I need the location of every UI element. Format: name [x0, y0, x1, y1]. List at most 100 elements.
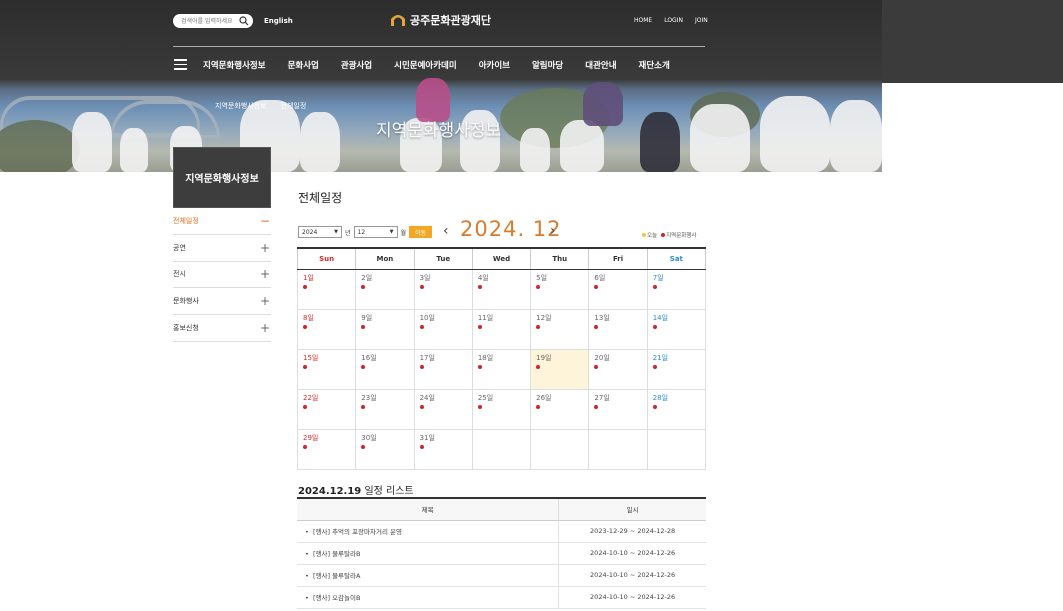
calendar-day[interactable]: 26일	[530, 388, 590, 430]
calendar-day[interactable]: 11일	[471, 308, 532, 350]
day-number[interactable]: 18일	[478, 353, 525, 363]
calendar-day[interactable]: 17일	[413, 348, 473, 390]
sidebar-item-all-schedule[interactable]: 전체일정 −	[173, 208, 271, 235]
day-number[interactable]: 27일	[594, 393, 641, 403]
nav-item-culture-projects[interactable]: 문화사업	[288, 59, 319, 71]
schedule-title[interactable]: • [행사] 물루탈라B	[297, 542, 559, 565]
calendar-day[interactable]: 25일	[471, 388, 532, 430]
day-number[interactable]: 24일	[420, 393, 467, 403]
day-number[interactable]: 20일	[594, 353, 641, 363]
day-number[interactable]: 1일	[303, 273, 350, 283]
day-number[interactable]: 5일	[536, 273, 583, 283]
year-select[interactable]: 2024 ▼	[298, 226, 342, 238]
table-row[interactable]: • [행사] 물루탈라A 2024-10-10 ~ 2024-12-26	[297, 564, 706, 587]
day-number[interactable]: 10일	[420, 313, 467, 323]
day-number[interactable]: 21일	[653, 353, 700, 363]
logo[interactable]: 공주문화관광재단	[390, 12, 491, 28]
nav-item-culture-events[interactable]: 지역문화행사정보	[203, 59, 266, 71]
day-number[interactable]: 8일	[303, 313, 350, 323]
day-number[interactable]: 13일	[594, 313, 641, 323]
day-number[interactable]: 22일	[303, 393, 350, 403]
menu-icon[interactable]	[174, 59, 187, 70]
day-number[interactable]: 14일	[653, 313, 700, 323]
nav-item-archive[interactable]: 아카이브	[479, 59, 510, 71]
event-dot-icon	[361, 324, 366, 329]
calendar-day[interactable]: 27일	[588, 388, 648, 430]
calendar-day[interactable]: 16일	[355, 348, 415, 390]
calendar-day[interactable]: 31일	[413, 428, 473, 470]
table-row[interactable]: • [행사] 물루탈라B 2024-10-10 ~ 2024-12-26	[297, 542, 706, 565]
search-icon[interactable]	[239, 16, 249, 26]
calendar-day[interactable]: 13일	[588, 308, 648, 350]
calendar-day[interactable]: 15일	[296, 348, 357, 390]
calendar-day[interactable]: 10일	[413, 308, 473, 350]
day-number[interactable]: 17일	[420, 353, 467, 363]
day-number[interactable]: 28일	[653, 393, 700, 403]
day-number[interactable]: 19일	[536, 353, 583, 363]
calendar-day[interactable]: 5일	[530, 268, 590, 310]
search-box[interactable]	[173, 14, 253, 28]
nav-item-rental[interactable]: 대관안내	[585, 59, 616, 71]
table-row[interactable]: • [행사] 오감놀이B 2024-10-10 ~ 2024-12-26	[297, 586, 706, 609]
nav-item-academy[interactable]: 시민문예아카데미	[394, 59, 457, 71]
sidebar-item-exhibition[interactable]: 전시 +	[173, 262, 271, 289]
calendar-day[interactable]: 7일	[646, 268, 707, 310]
calendar-day[interactable]: 23일	[355, 388, 415, 430]
calendar-day[interactable]: 6일	[588, 268, 648, 310]
nav-item-notice[interactable]: 알림마당	[532, 59, 563, 71]
calendar-day[interactable]: 21일	[646, 348, 707, 390]
calendar-day[interactable]: 8일	[296, 308, 357, 350]
move-button[interactable]: 이동	[409, 226, 433, 238]
calendar-day[interactable]: 1일	[296, 268, 357, 310]
login-link[interactable]: LOGIN	[664, 17, 683, 24]
calendar-day[interactable]: 29일	[296, 428, 357, 470]
english-link[interactable]: English	[264, 17, 293, 25]
sidebar-item-promotion-request[interactable]: 홍보신청 +	[173, 315, 271, 342]
nav-item-tourism[interactable]: 관광사업	[341, 59, 372, 71]
calendar-day[interactable]: 28일	[646, 388, 707, 430]
day-number[interactable]: 31일	[420, 433, 467, 443]
calendar-day[interactable]: 30일	[355, 428, 415, 470]
sidebar-item-performance[interactable]: 공연 +	[173, 235, 271, 262]
calendar-day[interactable]: 12일	[530, 308, 590, 350]
breadcrumb-item[interactable]: 지역문화행사정보	[215, 101, 267, 111]
day-number[interactable]: 4일	[478, 273, 525, 283]
calendar-day[interactable]: 9일	[355, 308, 415, 350]
calendar-day[interactable]: 19일	[530, 348, 590, 390]
calendar-day[interactable]: 24일	[413, 388, 473, 430]
day-number[interactable]: 15일	[303, 353, 350, 363]
calendar-day[interactable]: 22일	[296, 388, 357, 430]
home-link[interactable]: HOME	[634, 17, 652, 24]
join-link[interactable]: JOIN	[695, 17, 708, 24]
day-number[interactable]: 9일	[361, 313, 408, 323]
calendar-day[interactable]: 18일	[471, 348, 532, 390]
day-number[interactable]: 26일	[536, 393, 583, 403]
breadcrumb-item[interactable]: 전체일정	[281, 101, 307, 111]
day-number[interactable]: 16일	[361, 353, 408, 363]
day-number[interactable]: 30일	[361, 433, 408, 443]
calendar-day[interactable]: 20일	[588, 348, 648, 390]
day-number[interactable]: 12일	[536, 313, 583, 323]
calendar-day[interactable]: 14일	[646, 308, 707, 350]
day-number[interactable]: 2일	[361, 273, 408, 283]
schedule-title[interactable]: • [행사] 오감놀이B	[297, 586, 559, 609]
day-number[interactable]: 25일	[478, 393, 525, 403]
calendar-day[interactable]: 3일	[413, 268, 473, 310]
calendar-day[interactable]: 2일	[355, 268, 415, 310]
calendar-day[interactable]: 4일	[471, 268, 532, 310]
table-row[interactable]: • [행사] 추억의 포장마차거리 운영 2023-12-29 ~ 2024-1…	[297, 520, 706, 543]
month-select[interactable]: 12 ▼	[353, 226, 398, 238]
nav-item-about[interactable]: 재단소개	[639, 59, 670, 71]
search-input[interactable]	[181, 15, 239, 27]
day-number[interactable]: 23일	[361, 393, 408, 403]
schedule-title[interactable]: • [행사] 추억의 포장마차거리 운영	[297, 520, 559, 543]
day-number[interactable]: 7일	[653, 273, 700, 283]
day-number[interactable]: 6일	[594, 273, 641, 283]
next-month-button[interactable]: ›	[550, 223, 556, 239]
day-number[interactable]: 29일	[303, 433, 350, 443]
sidebar-item-culture-event[interactable]: 문화행사 +	[173, 288, 271, 316]
day-number[interactable]: 3일	[420, 273, 467, 283]
schedule-title[interactable]: • [행사] 물루탈라A	[297, 564, 559, 587]
day-number[interactable]: 11일	[478, 313, 525, 323]
prev-month-button[interactable]: ‹	[443, 223, 449, 239]
